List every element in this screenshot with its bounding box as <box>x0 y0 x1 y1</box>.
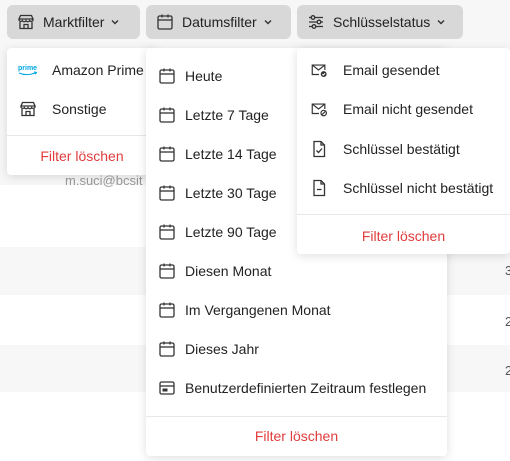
calendar-icon <box>158 301 176 319</box>
date-filter-label: Datumsfilter <box>182 14 257 30</box>
calendar-icon <box>158 145 176 163</box>
partial-cell-value: 2 <box>505 314 510 329</box>
key-status-filter-button[interactable]: Schlüsselstatus <box>297 5 463 39</box>
partial-cell-value: 3 <box>505 263 510 278</box>
calendar-icon <box>156 13 174 31</box>
market-filter-dropdown: prime Amazon Prime Sonstige Filter lösch… <box>7 48 157 175</box>
date-option-label: Letzte 7 Tage <box>185 106 269 123</box>
key-status-dropdown: Email gesendet Email nicht gesendet Schl… <box>297 48 510 254</box>
calendar-icon <box>158 223 176 241</box>
date-option-im-vergangenen-monat[interactable]: Im Vergangenen Monat <box>146 290 447 329</box>
date-clear-filter-button[interactable]: Filter löschen <box>146 428 447 444</box>
chevron-down-icon <box>110 17 120 27</box>
calendar-icon <box>158 184 176 202</box>
file-minus-icon <box>310 179 328 197</box>
date-option-label: Benutzerdefinierten Zeitraum festlegen <box>185 379 427 396</box>
file-check-icon <box>310 140 328 158</box>
market-clear-filter-button[interactable]: Filter löschen <box>7 148 157 164</box>
date-option-diesen-monat[interactable]: Diesen Monat <box>146 251 447 290</box>
date-range-icon <box>158 379 176 397</box>
date-option-label: Letzte 30 Tage <box>185 184 277 201</box>
amazon-prime-logo: prime <box>17 61 41 79</box>
chevron-down-icon <box>263 17 273 27</box>
date-option-label: Im Vergangenen Monat <box>185 301 331 318</box>
date-option-custom-range[interactable]: Benutzerdefinierten Zeitraum festlegen <box>146 368 447 407</box>
market-option-label: Amazon Prime <box>52 61 144 78</box>
market-filter-label: Marktfilter <box>43 14 105 30</box>
date-option-label: Letzte 14 Tage <box>185 145 277 162</box>
calendar-icon <box>158 106 176 124</box>
date-option-label: Diesen Monat <box>185 262 272 279</box>
divider <box>146 416 447 417</box>
partial-cell-value: 2 <box>505 363 510 378</box>
storefront-icon <box>17 13 35 31</box>
key-status-option-email-not-sent[interactable]: Email nicht gesendet <box>297 89 510 128</box>
date-option-dieses-jahr[interactable]: Dieses Jahr <box>146 329 447 368</box>
market-filter-button[interactable]: Marktfilter <box>7 5 140 39</box>
divider <box>297 214 510 215</box>
chevron-down-icon <box>436 17 446 27</box>
date-option-label: Dieses Jahr <box>185 340 259 357</box>
key-status-option-email-sent[interactable]: Email gesendet <box>297 50 510 89</box>
email-not-sent-icon <box>310 100 328 118</box>
key-status-clear-filter-button[interactable]: Filter löschen <box>297 228 510 244</box>
market-option-label: Sonstige <box>52 100 107 117</box>
calendar-icon <box>158 262 176 280</box>
partial-email-text: m.suci@bcsit <box>65 173 143 188</box>
storefront-icon <box>19 100 37 118</box>
calendar-icon <box>158 340 176 358</box>
svg-text:prime: prime <box>18 65 37 72</box>
email-sent-icon <box>310 61 328 79</box>
market-option-sonstige[interactable]: Sonstige <box>7 89 157 128</box>
key-status-option-key-confirmed[interactable]: Schlüssel bestätigt <box>297 129 510 168</box>
key-status-filter-label: Schlüsselstatus <box>333 14 431 30</box>
key-status-option-key-not-confirmed[interactable]: Schlüssel nicht bestätigt <box>297 168 510 207</box>
sliders-icon <box>307 13 325 31</box>
date-option-label: Letzte 90 Tage <box>185 223 277 240</box>
date-filter-button[interactable]: Datumsfilter <box>146 5 291 39</box>
market-option-amazon-prime[interactable]: prime Amazon Prime <box>7 50 157 89</box>
date-option-label: Heute <box>185 67 223 84</box>
divider <box>7 135 157 136</box>
key-status-option-label: Email gesendet <box>343 61 440 78</box>
calendar-icon <box>158 67 176 85</box>
key-status-option-label: Schlüssel bestätigt <box>343 140 460 157</box>
key-status-option-label: Email nicht gesendet <box>343 100 473 117</box>
key-status-option-label: Schlüssel nicht bestätigt <box>343 179 494 196</box>
